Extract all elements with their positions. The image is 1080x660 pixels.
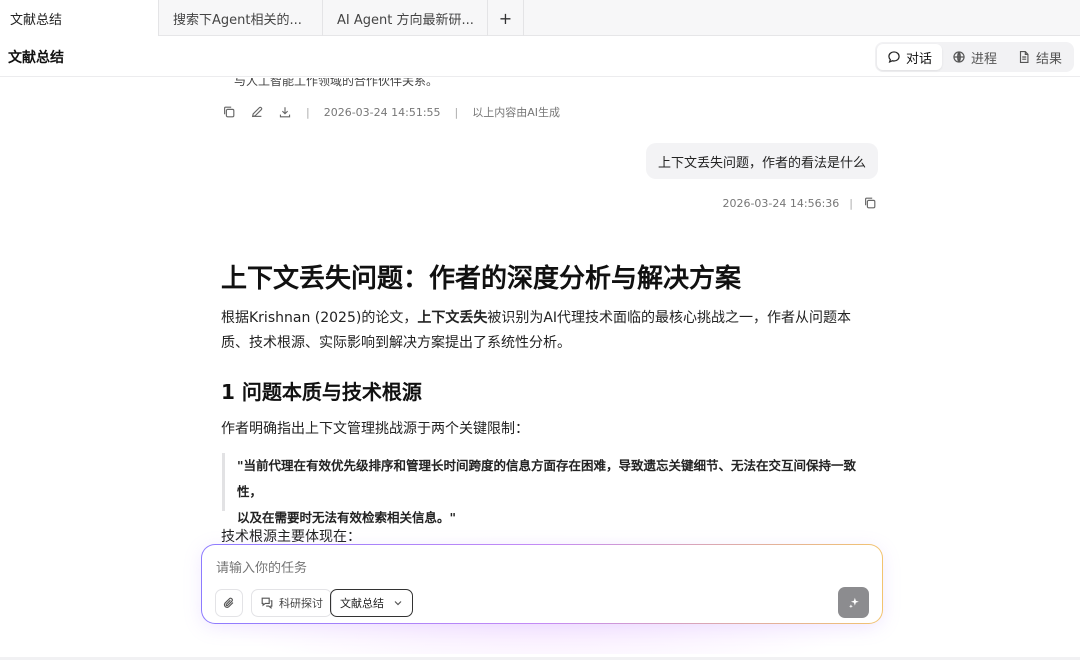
view-chat-button[interactable]: 对话 bbox=[876, 44, 942, 70]
tab-agent-search[interactable]: 搜索下Agent相关的... bbox=[159, 0, 323, 36]
user-message-bubble: 上下文丢失问题，作者的看法是什么 bbox=[645, 143, 878, 179]
ai-generated-note: 以上内容由AI生成 bbox=[472, 106, 561, 119]
tab-literature-summary[interactable]: 文献总结 bbox=[0, 0, 159, 36]
user-message-timestamp: 2026-03-24 14:56:36 bbox=[722, 196, 840, 210]
view-progress-label: 进程 bbox=[970, 51, 997, 67]
download-icon[interactable] bbox=[278, 105, 292, 119]
chat-bubble-icon bbox=[888, 51, 900, 63]
task-input[interactable] bbox=[216, 561, 816, 576]
task-type-select[interactable]: 文献总结 bbox=[330, 589, 413, 617]
sparkle-icon bbox=[848, 597, 859, 608]
research-mode-label: 科研探讨 bbox=[279, 597, 323, 610]
tab-ai-agent-research[interactable]: AI Agent 方向最新研... bbox=[323, 0, 488, 36]
conversation-area[interactable]: 与人工智能工作领域的合作伙伴关系。 | 2026-03-24 14:51:55 … bbox=[0, 78, 1080, 660]
view-chat-label: 对话 bbox=[905, 51, 932, 67]
blockquote: "当前代理在有效优先级排序和管理长时间跨度的信息方面存在困难，导致遗忘关键细节、… bbox=[222, 453, 862, 525]
answer-heading: 上下文丢失问题：作者的深度分析与解决方案 bbox=[221, 264, 742, 294]
copy-icon[interactable] bbox=[222, 105, 236, 119]
research-mode-button[interactable]: 科研探讨 bbox=[251, 589, 332, 617]
page-header: 文献总结 对话 进程 结果 bbox=[0, 37, 1080, 77]
chevron-down-icon bbox=[394, 601, 402, 606]
send-button[interactable] bbox=[838, 587, 869, 618]
page-title: 文献总结 bbox=[8, 50, 64, 66]
answer-timestamp: 2026-03-24 14:51:55 bbox=[323, 105, 441, 119]
view-progress-button[interactable]: 进程 bbox=[942, 44, 1007, 70]
view-result-label: 结果 bbox=[1035, 51, 1062, 67]
separator: | bbox=[849, 196, 853, 210]
document-icon bbox=[1019, 51, 1029, 63]
edit-icon[interactable] bbox=[250, 105, 264, 119]
tab-bar: 文献总结 搜索下Agent相关的... AI Agent 方向最新研... + bbox=[0, 0, 1080, 36]
answer-actions: | 2026-03-24 14:51:55 | 以上内容由AI生成 bbox=[222, 103, 560, 121]
answer-paragraph-start: 根据Krishnan (2025)的论文， bbox=[221, 310, 418, 326]
section-heading: 1 问题本质与技术根源 bbox=[221, 380, 422, 404]
globe-icon bbox=[953, 51, 965, 63]
add-tab-button[interactable]: + bbox=[488, 0, 524, 36]
copy-icon[interactable] bbox=[863, 196, 877, 210]
chat-bubbles-icon bbox=[261, 597, 273, 609]
attach-button[interactable] bbox=[215, 589, 243, 617]
blockquote-line: "当前代理在有效优先级排序和管理长时间跨度的信息方面存在困难，导致遗忘关键细节、… bbox=[237, 458, 857, 499]
task-type-value: 文献总结 bbox=[340, 597, 384, 610]
view-switch: 对话 进程 结果 bbox=[874, 42, 1074, 72]
task-composer: 科研探讨 文献总结 bbox=[201, 544, 883, 624]
paperclip-icon bbox=[223, 597, 234, 608]
user-message-meta: 2026-03-24 14:56:36 | bbox=[722, 196, 877, 210]
answer-paragraph-bold: 上下文丢失 bbox=[417, 310, 488, 326]
previous-answer-tail: 与人工智能工作领域的合作伙伴关系。 bbox=[234, 78, 439, 88]
answer-paragraph: 根据Krishnan (2025)的论文，上下文丢失被识别为AI代理技术面临的最… bbox=[221, 306, 866, 356]
separator: | bbox=[306, 105, 310, 119]
view-result-button[interactable]: 结果 bbox=[1007, 44, 1072, 70]
section-paragraph: 技术根源主要体现在： bbox=[221, 529, 361, 545]
section-paragraph: 作者明确指出上下文管理挑战源于两个关键限制： bbox=[221, 421, 529, 437]
separator: | bbox=[454, 105, 459, 119]
